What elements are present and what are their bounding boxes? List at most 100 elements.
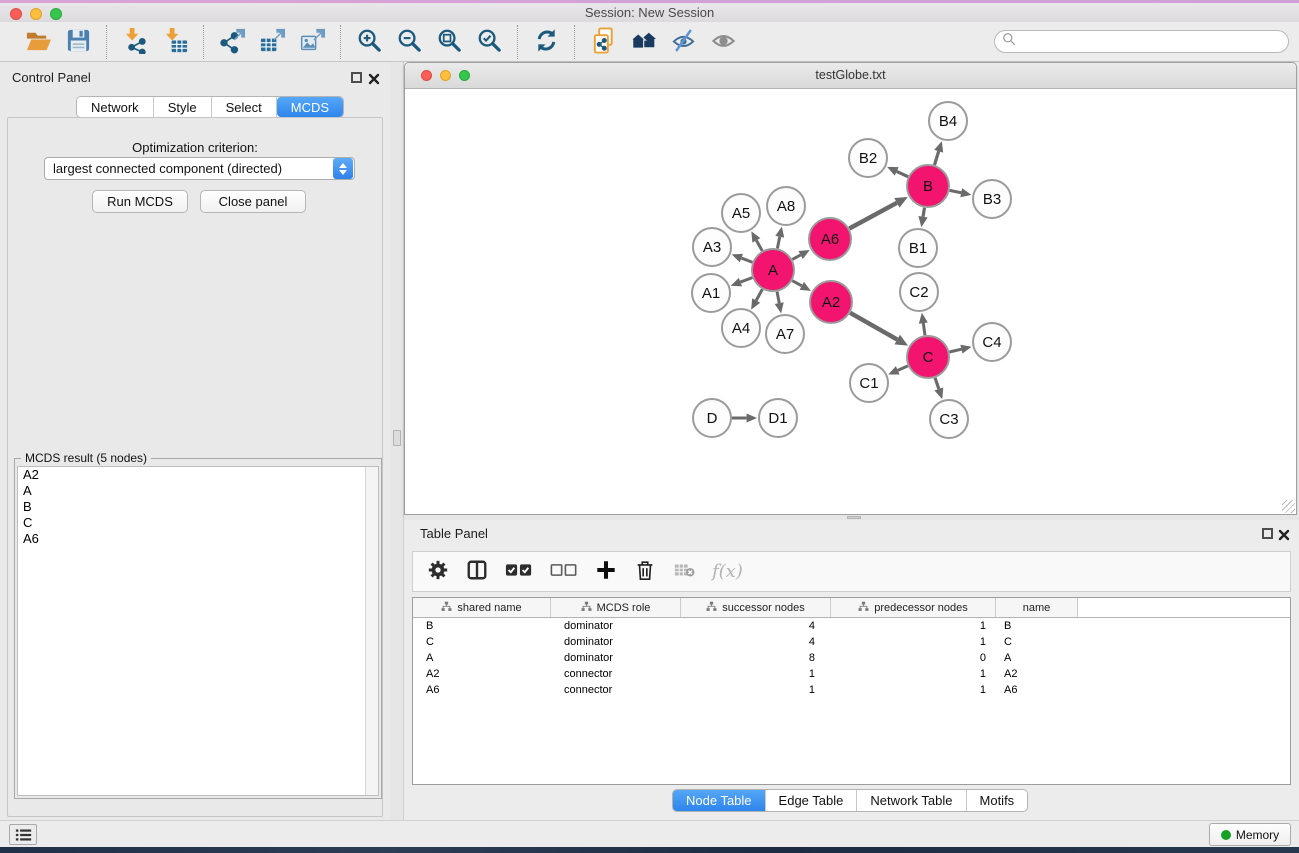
- table-cell[interactable]: 4: [681, 636, 831, 648]
- table-cell[interactable]: 1: [831, 636, 996, 648]
- edge-A-A1[interactable]: [740, 278, 752, 282]
- table-cell[interactable]: 0: [831, 652, 996, 664]
- table-cell[interactable]: C: [413, 636, 551, 648]
- network-graph[interactable]: AA1A2A3A4A5A6A7A8BB1B2B3B4CC1C2C3C4DD1: [405, 89, 1296, 514]
- zoom-out-button[interactable]: [393, 27, 425, 57]
- graph-node-A[interactable]: A: [752, 249, 794, 291]
- window-resize-grip[interactable]: [1282, 500, 1295, 513]
- result-list-item[interactable]: B: [18, 499, 378, 515]
- graph-node-A3[interactable]: A3: [693, 228, 731, 266]
- graph-node-B1[interactable]: B1: [899, 229, 937, 267]
- graph-node-B[interactable]: B: [907, 165, 949, 207]
- export-table-button[interactable]: [256, 27, 288, 57]
- open-session-button[interactable]: [22, 27, 54, 57]
- show-all-button[interactable]: [707, 27, 739, 57]
- graph-node-C3[interactable]: C3: [930, 400, 968, 438]
- divider-handle[interactable]: [393, 430, 401, 446]
- zoom-in-button[interactable]: [353, 27, 385, 57]
- table-cell[interactable]: 1: [831, 684, 996, 696]
- edge-A-A6[interactable]: [792, 255, 800, 260]
- memory-button[interactable]: Memory: [1209, 823, 1291, 846]
- graph-node-C4[interactable]: C4: [973, 323, 1011, 361]
- split-columns-button[interactable]: [466, 557, 488, 587]
- result-list-item[interactable]: C: [18, 515, 378, 531]
- hide-selected-button[interactable]: [667, 27, 699, 57]
- graph-node-D[interactable]: D: [693, 399, 731, 437]
- table-row[interactable]: Cdominator41C: [413, 634, 1290, 650]
- first-neighbors-button[interactable]: [627, 27, 659, 57]
- graph-node-C[interactable]: C: [907, 336, 949, 378]
- graph-node-B2[interactable]: B2: [849, 139, 887, 177]
- graph-node-A7[interactable]: A7: [766, 315, 804, 353]
- edge-B-B4[interactable]: [934, 151, 938, 165]
- export-network-button[interactable]: [216, 27, 248, 57]
- float-panel-icon[interactable]: [351, 72, 362, 83]
- table-cell[interactable]: A: [996, 652, 1078, 664]
- node-table[interactable]: shared nameMCDS rolesuccessor nodesprede…: [412, 597, 1291, 785]
- import-network-button[interactable]: [119, 27, 151, 57]
- table-cell[interactable]: A2: [413, 668, 551, 680]
- tab-select[interactable]: Select: [212, 97, 277, 117]
- zoom-fit-button[interactable]: [433, 27, 465, 57]
- graph-node-A8[interactable]: A8: [767, 187, 805, 225]
- graph-node-B4[interactable]: B4: [929, 102, 967, 140]
- table-cell[interactable]: 1: [681, 668, 831, 680]
- table-cell[interactable]: B: [413, 620, 551, 632]
- edge-A-A8[interactable]: [777, 237, 779, 249]
- graph-node-B3[interactable]: B3: [973, 180, 1011, 218]
- table-cell[interactable]: A2: [996, 668, 1078, 680]
- apply-layout-button[interactable]: [530, 27, 562, 57]
- close-panel-icon[interactable]: [368, 72, 380, 84]
- edge-A2-C[interactable]: [850, 313, 897, 340]
- table-cell[interactable]: 1: [831, 668, 996, 680]
- add-column-button[interactable]: [595, 557, 617, 587]
- column-header-MCDS-role[interactable]: MCDS role: [551, 598, 681, 617]
- result-list-item[interactable]: A2: [18, 467, 378, 483]
- table-cell[interactable]: dominator: [551, 636, 681, 648]
- edge-C-C4[interactable]: [949, 349, 961, 352]
- result-list-item[interactable]: A6: [18, 531, 378, 547]
- edge-B-B1[interactable]: [923, 208, 924, 217]
- edge-B-B2[interactable]: [897, 171, 908, 176]
- graph-node-A2[interactable]: A2: [810, 281, 852, 323]
- table-row[interactable]: A2connector11A2: [413, 666, 1290, 682]
- tab-motifs[interactable]: Motifs: [967, 790, 1028, 811]
- divider-handle[interactable]: [847, 516, 861, 519]
- table-cell[interactable]: B: [996, 620, 1078, 632]
- result-list-item[interactable]: A: [18, 483, 378, 499]
- edge-A-A3[interactable]: [741, 258, 752, 262]
- graph-node-D1[interactable]: D1: [759, 399, 797, 437]
- edge-C-C1[interactable]: [898, 366, 908, 370]
- tab-network-table[interactable]: Network Table: [857, 790, 966, 811]
- column-header-name[interactable]: name: [996, 598, 1078, 617]
- edge-A6-B[interactable]: [849, 203, 897, 229]
- graph-node-A5[interactable]: A5: [722, 194, 760, 232]
- table-row[interactable]: A6connector11A6: [413, 682, 1290, 698]
- float-panel-icon[interactable]: [1262, 528, 1273, 539]
- column-header-predecessor-nodes[interactable]: predecessor nodes: [831, 598, 996, 617]
- tab-edge-table[interactable]: Edge Table: [766, 790, 858, 811]
- table-cell[interactable]: 1: [681, 684, 831, 696]
- tab-network[interactable]: Network: [77, 97, 154, 117]
- table-cell[interactable]: dominator: [551, 652, 681, 664]
- edge-A-A5[interactable]: [756, 240, 762, 250]
- edge-A-A4[interactable]: [756, 289, 762, 300]
- panel-split-divider[interactable]: [390, 62, 404, 820]
- mcds-result-list[interactable]: A2ABCA6: [17, 466, 379, 796]
- tab-mcds[interactable]: MCDS: [277, 97, 343, 117]
- column-header-shared-name[interactable]: shared name: [413, 598, 551, 617]
- column-header-successor-nodes[interactable]: successor nodes: [681, 598, 831, 617]
- run-mcds-button[interactable]: Run MCDS: [92, 190, 188, 213]
- table-cell[interactable]: dominator: [551, 620, 681, 632]
- optimization-criterion-dropdown[interactable]: largest connected component (directed): [44, 157, 355, 180]
- table-cell[interactable]: A6: [996, 684, 1078, 696]
- graph-node-A1[interactable]: A1: [692, 274, 730, 312]
- zoom-selected-button[interactable]: [473, 27, 505, 57]
- edge-A-A2[interactable]: [792, 281, 801, 286]
- table-row[interactable]: Bdominator41B: [413, 618, 1290, 634]
- deselect-all-columns-button[interactable]: [550, 557, 578, 587]
- edge-C-C2[interactable]: [923, 323, 925, 335]
- save-session-button[interactable]: [62, 27, 94, 57]
- edge-C-C3[interactable]: [935, 378, 939, 389]
- close-panel-button[interactable]: Close panel: [200, 190, 306, 213]
